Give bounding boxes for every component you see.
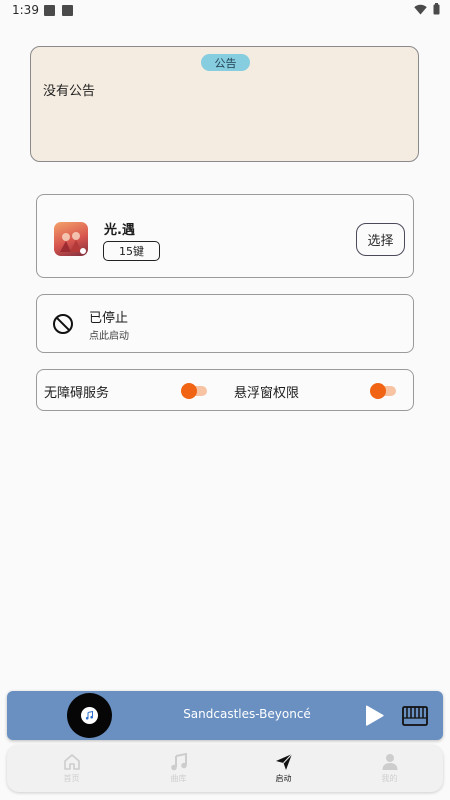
- key-count-badge: 15键: [103, 241, 160, 261]
- stop-icon: [53, 314, 73, 334]
- song-title: Sandcastles-Beyoncé: [183, 707, 311, 721]
- person-icon: [382, 754, 397, 770]
- permissions-card: 无障碍服务 悬浮窗权限: [36, 369, 414, 411]
- announcement-badge: 公告: [201, 54, 250, 71]
- game-title: 光.遇: [104, 223, 135, 238]
- game-icon: [54, 222, 88, 256]
- overlay-permission-toggle[interactable]: [370, 383, 396, 399]
- home-icon: [63, 754, 80, 770]
- music-note-icon: [81, 707, 98, 724]
- status-bar: 1:39: [0, 0, 450, 22]
- service-status-title: 已停止: [89, 311, 129, 326]
- bottom-navigation: 首页 曲库 启动 我的: [7, 745, 443, 792]
- nav-item-launch[interactable]: 启动: [229, 745, 338, 792]
- notification-icon: [44, 5, 55, 16]
- music-note-icon: [170, 753, 187, 771]
- nav-item-home[interactable]: 首页: [17, 745, 126, 792]
- play-icon[interactable]: [362, 704, 386, 728]
- status-icons: [414, 3, 440, 15]
- piano-keyboard-icon[interactable]: [402, 705, 428, 727]
- app-screen: 1:39 公告 没有公告 光.遇 15键 选择 已停止 点此启动 无障碍服务 悬…: [0, 0, 450, 800]
- overlay-permission-label: 悬浮窗权限: [234, 386, 300, 401]
- nav-label-home: 首页: [63, 774, 80, 783]
- game-card: 光.遇 15键 选择: [36, 194, 414, 278]
- battery-icon: [433, 3, 440, 15]
- wifi-icon: [414, 4, 427, 14]
- accessibility-toggle[interactable]: [181, 383, 207, 399]
- nav-item-profile[interactable]: 我的: [335, 745, 444, 792]
- album-disc[interactable]: [67, 693, 112, 738]
- announcement-panel: 公告 没有公告: [30, 46, 419, 162]
- nav-item-library[interactable]: 曲库: [124, 745, 233, 792]
- nav-label-profile: 我的: [381, 774, 398, 783]
- accessibility-label: 无障碍服务: [44, 386, 110, 401]
- select-game-button[interactable]: 选择: [356, 223, 405, 256]
- status-time: 1:39: [12, 3, 39, 17]
- announcement-text: 没有公告: [43, 84, 96, 99]
- service-status-card[interactable]: 已停止 点此启动: [36, 294, 414, 353]
- nav-label-launch: 启动: [275, 774, 292, 783]
- nav-label-library: 曲库: [170, 774, 187, 783]
- notification-icon: [62, 5, 73, 16]
- service-status-subtitle: 点此启动: [89, 331, 129, 342]
- paper-plane-icon: [275, 753, 292, 770]
- mini-player[interactable]: Sandcastles-Beyoncé: [7, 691, 443, 740]
